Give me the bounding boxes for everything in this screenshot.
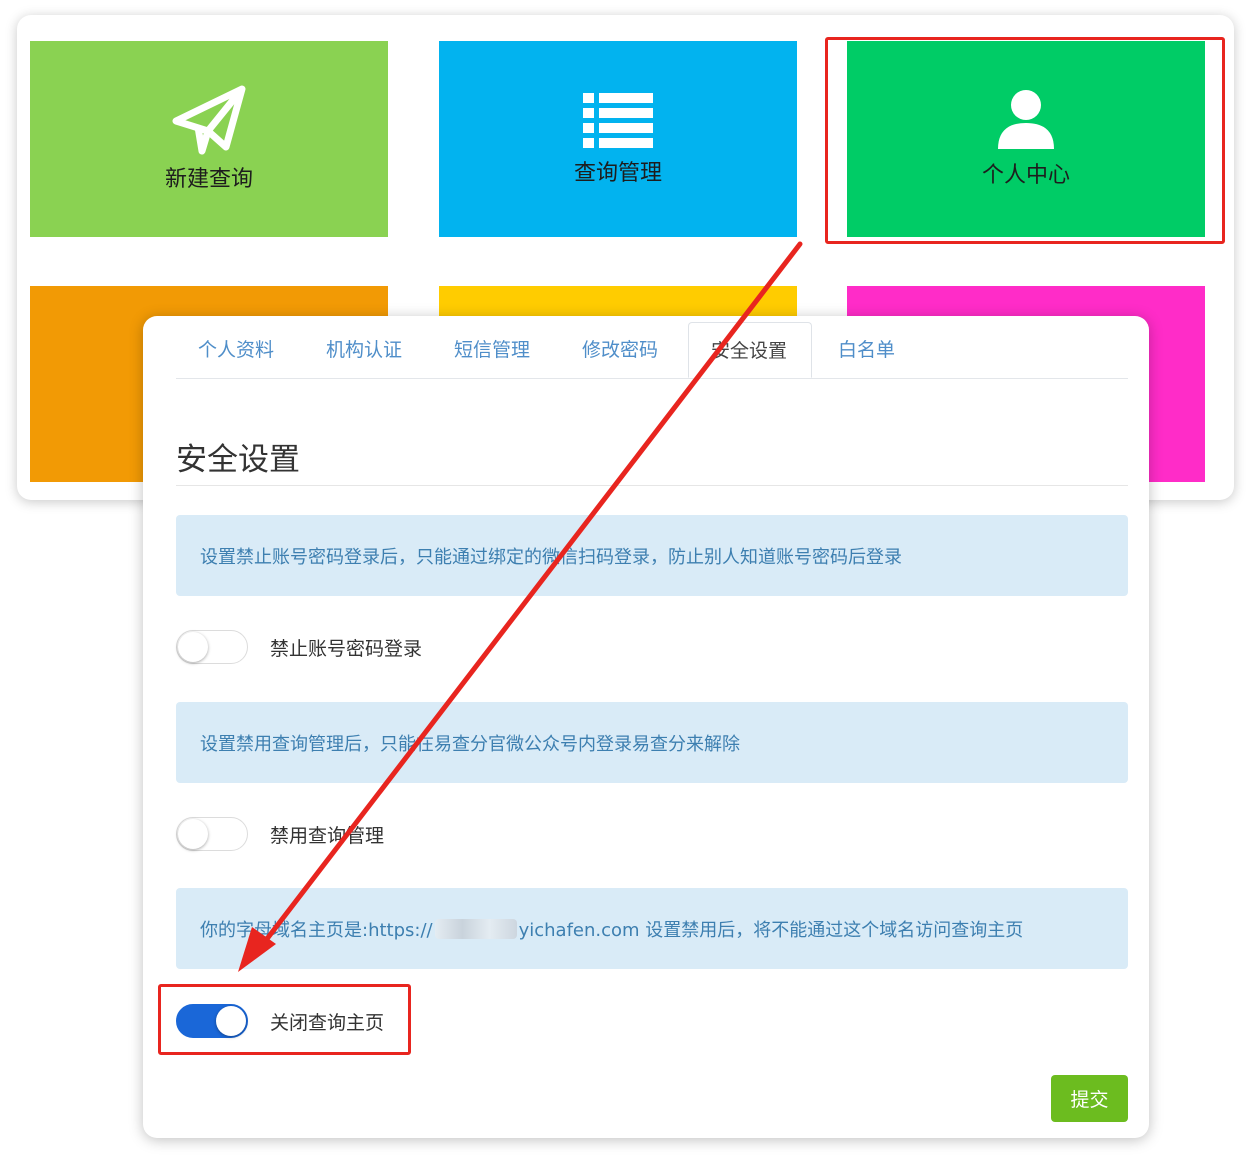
alert-text: 设置禁用查询管理后，只能在易查分官微公众号内登录易查分来解除 (200, 733, 740, 755)
switch-knob (178, 819, 208, 849)
tile-label: 新建查询 (164, 167, 253, 192)
switch-knob (216, 1006, 246, 1036)
title-divider (176, 485, 1128, 486)
tile-query-management[interactable]: 查询管理 (439, 41, 797, 237)
submit-button[interactable]: 提交 (1051, 1075, 1128, 1122)
switch-knob (178, 632, 208, 662)
setting-row-disable-password-login: 禁止账号密码登录 (176, 630, 422, 664)
paper-plane-icon (172, 85, 246, 155)
tile-label: 查询管理 (573, 161, 662, 186)
disable-query-management-switch[interactable] (176, 817, 248, 851)
close-query-homepage-switch[interactable] (176, 1004, 248, 1038)
page-title: 安全设置 (176, 442, 300, 478)
list-icon (583, 93, 653, 148)
toggle-label: 禁止账号密码登录 (270, 637, 423, 660)
alert-text-suffix: yichafen.com 设置禁用后，将不能通过这个域名访问查询主页 (518, 919, 1024, 941)
tab-change-password[interactable]: 修改密码 (560, 322, 680, 378)
settings-tabs: 个人资料 机构认证 短信管理 修改密码 安全设置 白名单 (176, 316, 1128, 379)
info-alert-query-homepage: 你的字母域名主页是:https:// yichafen.com 设置禁用后，将不能… (176, 888, 1128, 969)
tab-institution-verification[interactable]: 机构认证 (304, 322, 424, 378)
security-settings-card: 个人资料 机构认证 短信管理 修改密码 安全设置 白名单 安全设置 设置禁止账号… (143, 316, 1149, 1138)
user-icon (998, 90, 1054, 149)
tab-profile[interactable]: 个人资料 (176, 322, 296, 378)
tab-security-settings[interactable]: 安全设置 (688, 322, 812, 378)
tab-whitelist[interactable]: 白名单 (816, 322, 917, 378)
tab-sms-management[interactable]: 短信管理 (432, 322, 552, 378)
setting-row-close-query-homepage: 关闭查询主页 (176, 1004, 384, 1038)
setting-row-disable-query-management: 禁用查询管理 (176, 817, 384, 851)
tile-personal-center[interactable]: 个人中心 (847, 41, 1205, 237)
alert-text-prefix: 你的字母域名主页是:https:// (200, 919, 433, 941)
alert-text: 设置禁止账号密码登录后，只能通过绑定的微信扫码登录，防止别人知道账号密码后登录 (200, 546, 902, 568)
info-alert-password-login: 设置禁止账号密码登录后，只能通过绑定的微信扫码登录，防止别人知道账号密码后登录 (176, 515, 1128, 596)
tile-label: 个人中心 (981, 163, 1070, 188)
disable-password-login-switch[interactable] (176, 630, 248, 664)
blurred-subdomain (434, 918, 517, 939)
toggle-label: 禁用查询管理 (270, 824, 385, 847)
toggle-label: 关闭查询主页 (270, 1011, 385, 1034)
tile-new-query[interactable]: 新建查询 (30, 41, 388, 237)
info-alert-query-management: 设置禁用查询管理后，只能在易查分官微公众号内登录易查分来解除 (176, 702, 1128, 783)
